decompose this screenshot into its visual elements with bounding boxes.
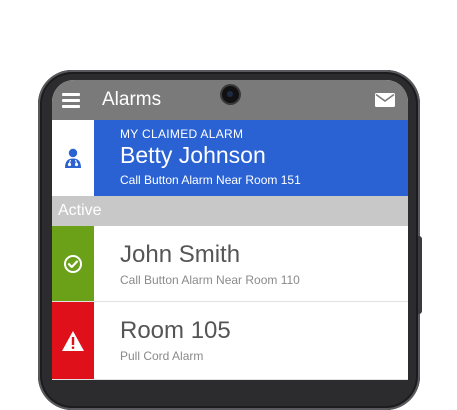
- claimed-alarm-content: MY CLAIMED ALARM Betty Johnson Call Butt…: [94, 120, 408, 196]
- claimed-alarm-kicker: MY CLAIMED ALARM: [120, 127, 244, 141]
- claimed-alarm-icon-cell: [52, 120, 94, 196]
- alarm-name: John Smith: [120, 241, 241, 268]
- envelope-icon[interactable]: [375, 93, 395, 107]
- app-bar-title: Alarms: [102, 89, 162, 110]
- alarm-status-cell: [52, 226, 94, 301]
- hamburger-menu-icon[interactable]: [62, 93, 80, 108]
- alarm-description: Pull Cord Alarm: [120, 349, 204, 363]
- phone-screen: Alarms MY CLAIMED ALARM Betty Johnson Ca…: [52, 80, 408, 380]
- front-camera: [222, 86, 239, 103]
- alarm-list-item[interactable]: Room 105 Pull Cord Alarm: [52, 302, 408, 380]
- alarm-name: Room 105: [120, 317, 231, 344]
- app-bar: Alarms: [52, 80, 408, 120]
- phone-side-button: [418, 236, 422, 314]
- warning-triangle-icon: [62, 330, 84, 351]
- claimed-alarm-description: Call Button Alarm Near Room 151: [120, 173, 301, 187]
- alarm-description: Call Button Alarm Near Room 110: [120, 273, 300, 287]
- claimed-alarm-row[interactable]: MY CLAIMED ALARM Betty Johnson Call Butt…: [52, 120, 408, 196]
- alarm-status-cell: [52, 302, 94, 379]
- alarm-list-item[interactable]: John Smith Call Button Alarm Near Room 1…: [52, 226, 408, 302]
- staff-person-icon: [65, 148, 81, 168]
- claimed-alarm-name: Betty Johnson: [120, 142, 266, 168]
- section-header-active: Active: [52, 196, 408, 226]
- check-circle-icon: [64, 254, 82, 273]
